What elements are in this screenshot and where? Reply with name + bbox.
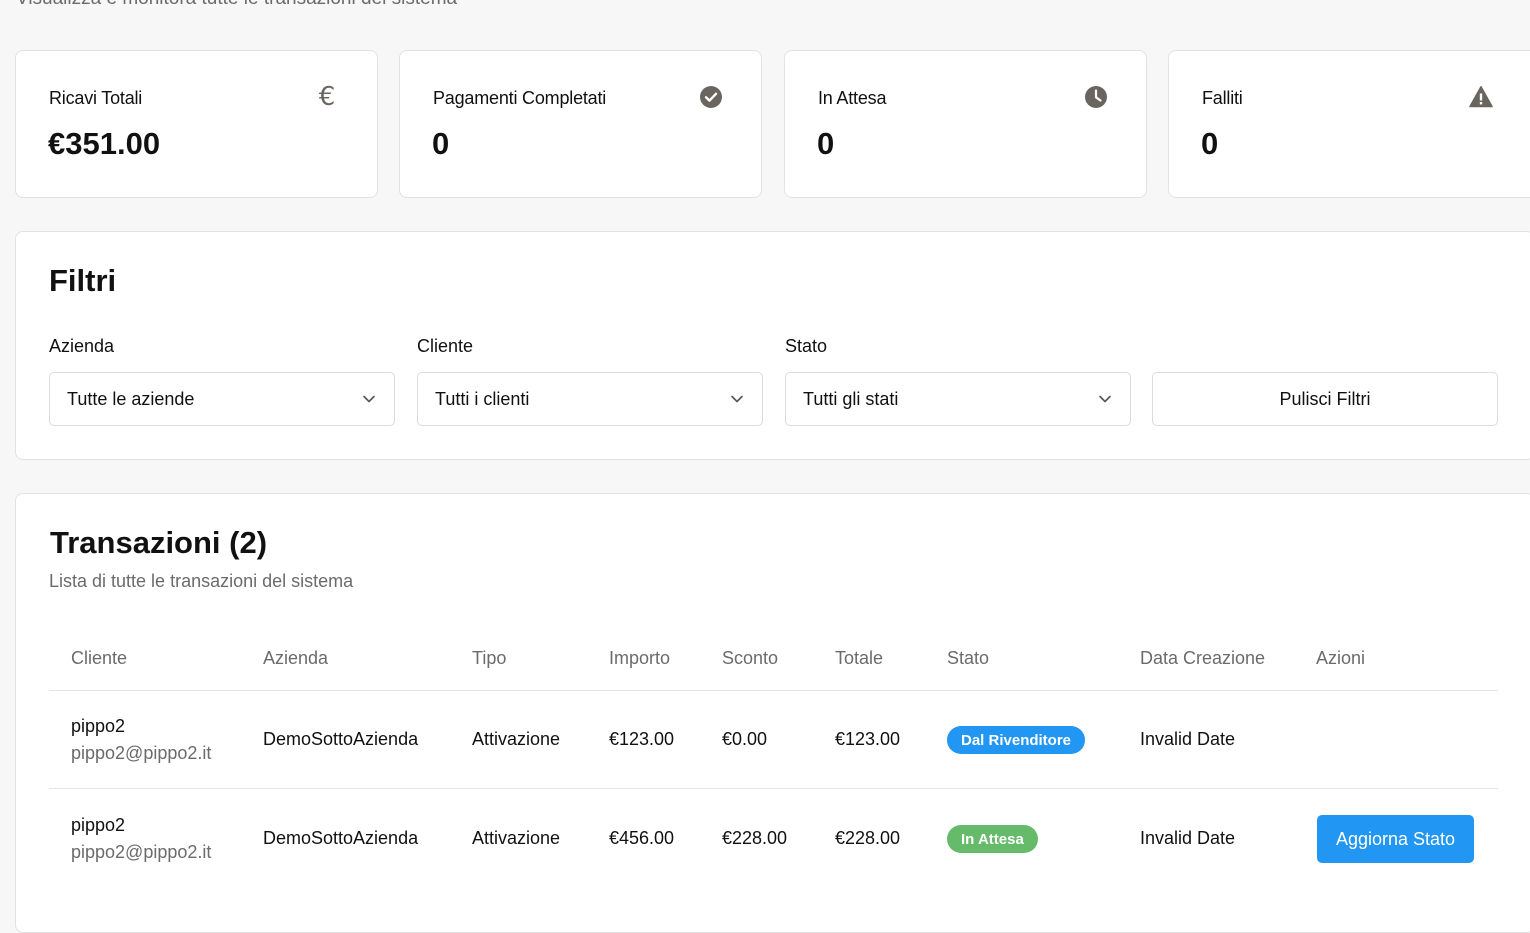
total: €123.00 — [835, 729, 901, 749]
table-divider — [49, 690, 1498, 691]
total: €228.00 — [835, 828, 901, 848]
client-name: pippo2 — [71, 815, 126, 835]
update-status-button[interactable]: Aggiorna Stato — [1317, 815, 1474, 863]
cliente-label: Cliente — [417, 336, 474, 356]
column-header-importo: Importo — [609, 648, 671, 668]
stato-select[interactable]: Tutti gli stati — [785, 372, 1131, 426]
stat-card-failed: Falliti 0 — [1168, 50, 1530, 198]
company: DemoSottoAzienda — [263, 828, 419, 848]
client-email: pippo2@pippo2.it — [71, 743, 212, 763]
column-header-stato: Stato — [947, 648, 990, 668]
cliente-select-value: Tutti i clienti — [435, 388, 530, 409]
discount: €0.00 — [722, 729, 768, 749]
status-badge: In Attesa — [947, 825, 1038, 853]
stat-value: 0 — [817, 126, 835, 161]
column-header-sconto: Sconto — [722, 648, 779, 668]
filters-panel: Filtri Azienda Tutte le aziende Cliente … — [15, 231, 1530, 460]
euro-icon: € — [318, 82, 336, 112]
stat-card-pending: In Attesa 0 — [784, 50, 1147, 198]
stat-label: Ricavi Totali — [49, 88, 143, 108]
client-name: pippo2 — [71, 716, 126, 736]
stat-value: 0 — [1201, 126, 1219, 161]
azienda-select[interactable]: Tutte le aziende — [49, 372, 395, 426]
warning-icon — [1469, 85, 1493, 109]
clock-icon — [1084, 85, 1108, 109]
column-header-data-creazione: Data Creazione — [1140, 648, 1266, 668]
check-circle-icon — [699, 85, 723, 109]
column-header-totale: Totale — [835, 648, 884, 668]
amount: €456.00 — [609, 828, 675, 848]
table-divider — [49, 788, 1498, 789]
type: Attivazione — [472, 729, 561, 749]
created-date: Invalid Date — [1140, 729, 1236, 749]
column-header-azienda: Azienda — [263, 648, 329, 668]
type: Attivazione — [472, 828, 561, 848]
stat-label: Falliti — [1202, 88, 1243, 108]
column-header-azioni: Azioni — [1316, 648, 1366, 668]
clear-filters-button[interactable]: Pulisci Filtri — [1152, 372, 1498, 426]
stat-value: €351.00 — [48, 126, 161, 161]
transactions-description: Lista di tutte le transazioni del sistem… — [49, 571, 354, 591]
transactions-title: Transazioni (2) — [50, 525, 268, 560]
page-subtitle: Visualizza e monitora tutte le transazio… — [16, 0, 457, 10]
amount: €123.00 — [609, 729, 675, 749]
filters-title: Filtri — [49, 263, 117, 298]
stat-card-completed: Pagamenti Completati 0 — [399, 50, 762, 198]
stat-label: Pagamenti Completati — [433, 88, 607, 108]
created-date: Invalid Date — [1140, 828, 1236, 848]
company: DemoSottoAzienda — [263, 729, 419, 749]
column-header-cliente: Cliente — [71, 648, 128, 668]
chevron-down-icon — [731, 395, 743, 403]
stato-select-value: Tutti gli stati — [803, 388, 899, 409]
chevron-down-icon — [363, 395, 375, 403]
column-header-tipo: Tipo — [472, 648, 507, 668]
azienda-select-value: Tutte le aziende — [67, 388, 195, 409]
chevron-down-icon — [1099, 395, 1111, 403]
discount: €228.00 — [722, 828, 788, 848]
status-badge: Dal Rivenditore — [947, 726, 1086, 754]
stat-value: 0 — [432, 126, 450, 161]
stat-label: In Attesa — [818, 88, 887, 108]
stato-label: Stato — [785, 336, 828, 356]
cliente-select[interactable]: Tutti i clienti — [417, 372, 763, 426]
stat-card-revenue: Ricavi Totali €351.00 € — [15, 50, 378, 198]
transactions-panel: Transazioni (2) Lista di tutte le transa… — [15, 493, 1530, 933]
client-email: pippo2@pippo2.it — [71, 842, 212, 862]
azienda-label: Azienda — [49, 336, 115, 356]
